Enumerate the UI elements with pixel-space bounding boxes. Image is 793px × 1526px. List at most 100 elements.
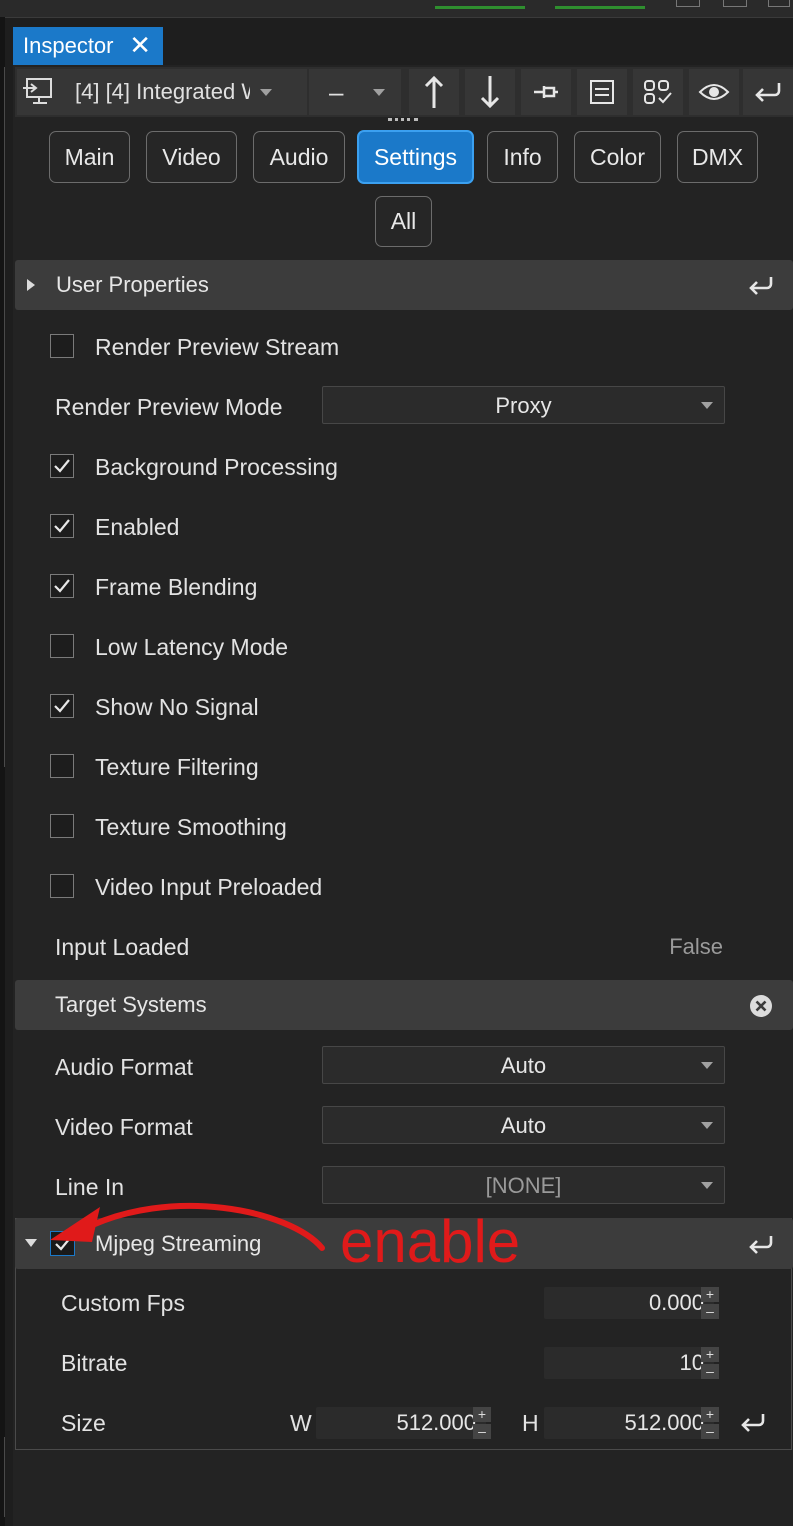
chevron-down-icon bbox=[701, 402, 713, 409]
increment-icon[interactable]: + bbox=[701, 1287, 719, 1302]
collapse-button[interactable] bbox=[577, 69, 627, 115]
setting-row: Background Processing bbox=[15, 437, 793, 497]
setting-label: Render Preview Mode bbox=[55, 393, 283, 420]
increment-icon[interactable]: + bbox=[701, 1407, 719, 1422]
tab-info[interactable]: Info bbox=[487, 131, 558, 183]
setting-row: Video Input Preloaded bbox=[15, 857, 793, 917]
setting-row: Low Latency Mode bbox=[15, 617, 793, 677]
show-no-signal-checkbox[interactable] bbox=[50, 694, 74, 718]
eye-icon bbox=[698, 84, 730, 100]
setting-label: Bitrate bbox=[61, 1349, 128, 1376]
increment-icon[interactable]: + bbox=[701, 1347, 719, 1362]
setting-row: Custom Fps 0.000 + – bbox=[15, 1273, 793, 1333]
inspector-toolbar: [4] [4] Integrated W – bbox=[15, 67, 793, 117]
bitrate-stepper[interactable]: + – bbox=[701, 1347, 719, 1379]
window-top-strip bbox=[0, 0, 793, 18]
section-target-systems[interactable]: Target Systems bbox=[15, 980, 793, 1030]
size-width-input[interactable]: 512.000 bbox=[316, 1407, 486, 1439]
decrement-icon[interactable]: – bbox=[701, 1364, 719, 1379]
minimize-icon[interactable] bbox=[676, 0, 700, 7]
section-user-properties[interactable]: User Properties bbox=[15, 260, 793, 310]
return-icon[interactable] bbox=[739, 1411, 767, 1433]
collapse-panel-icon bbox=[590, 80, 614, 104]
pin-button[interactable] bbox=[521, 69, 571, 115]
move-up-button[interactable] bbox=[409, 69, 459, 115]
move-down-button[interactable] bbox=[465, 69, 515, 115]
texture-filtering-checkbox[interactable] bbox=[50, 754, 74, 778]
setting-label: Frame Blending bbox=[95, 573, 258, 600]
setting-label: Line In bbox=[55, 1173, 125, 1200]
video-format-dropdown[interactable]: Auto bbox=[322, 1106, 725, 1144]
render-preview-mode-dropdown[interactable]: Proxy bbox=[322, 386, 725, 424]
close-icon[interactable]: ✕ bbox=[129, 30, 151, 60]
size-height-input[interactable]: 512.000 bbox=[544, 1407, 714, 1439]
setting-row: Render Preview Stream bbox=[15, 317, 793, 377]
line-in-dropdown[interactable]: [NONE] bbox=[322, 1166, 725, 1204]
low-latency-mode-checkbox[interactable] bbox=[50, 634, 74, 658]
chevron-down-icon bbox=[701, 1182, 713, 1189]
return-icon[interactable] bbox=[747, 1233, 775, 1255]
tab-video[interactable]: Video bbox=[146, 131, 237, 183]
close-window-icon[interactable] bbox=[768, 0, 790, 7]
setting-label: Custom Fps bbox=[61, 1289, 185, 1316]
size-width-stepper[interactable]: + – bbox=[473, 1407, 491, 1439]
custom-fps-input[interactable]: 0.000 bbox=[544, 1287, 714, 1319]
setting-label: Texture Smoothing bbox=[95, 813, 287, 840]
tab-settings[interactable]: Settings bbox=[357, 130, 474, 184]
custom-fps-stepper[interactable]: + – bbox=[701, 1287, 719, 1319]
dropdown-value: Auto bbox=[500, 1113, 547, 1138]
setting-row: Size W 512.000 + – H 512.000 + – bbox=[15, 1393, 793, 1453]
mjpeg-streaming-checkbox[interactable] bbox=[50, 1231, 75, 1256]
frame-blending-checkbox[interactable] bbox=[50, 574, 74, 598]
decrement-icon[interactable]: – bbox=[701, 1424, 719, 1439]
clear-icon[interactable] bbox=[749, 994, 773, 1018]
setting-row: Enabled bbox=[15, 497, 793, 557]
tab-audio[interactable]: Audio bbox=[253, 131, 345, 183]
chevron-down-icon bbox=[25, 1239, 37, 1247]
tab-all[interactable]: All bbox=[375, 196, 432, 247]
setting-label: Background Processing bbox=[95, 453, 338, 480]
audio-format-dropdown[interactable]: Auto bbox=[322, 1046, 725, 1084]
decrement-icon[interactable]: – bbox=[701, 1304, 719, 1319]
section-title: Mjpeg Streaming bbox=[95, 1231, 262, 1256]
background-processing-checkbox[interactable] bbox=[50, 454, 74, 478]
tab-dmx[interactable]: DMX bbox=[677, 131, 758, 183]
secondary-selector[interactable]: – bbox=[309, 69, 401, 115]
item-selector[interactable]: [4] [4] Integrated W bbox=[17, 69, 307, 115]
setting-label: Render Preview Stream bbox=[95, 333, 340, 360]
filter-button[interactable] bbox=[633, 69, 683, 115]
tab-color[interactable]: Color bbox=[574, 131, 661, 183]
increment-icon[interactable]: + bbox=[473, 1407, 491, 1422]
arrow-down-icon bbox=[480, 76, 500, 109]
setting-row: Render Preview Mode Proxy bbox=[15, 377, 793, 437]
resize-grip[interactable] bbox=[388, 118, 418, 125]
enabled-checkbox[interactable] bbox=[50, 514, 74, 538]
setting-row: Input Loaded False bbox=[15, 917, 793, 977]
return-icon bbox=[755, 83, 781, 102]
render-preview-stream-checkbox[interactable] bbox=[50, 334, 74, 358]
section-title: Target Systems bbox=[55, 992, 207, 1017]
dropdown-value: Proxy bbox=[495, 393, 552, 418]
maximize-icon[interactable] bbox=[723, 0, 747, 7]
height-label: H bbox=[522, 1409, 539, 1436]
section-title: User Properties bbox=[56, 272, 209, 297]
setting-label: Video Input Preloaded bbox=[95, 873, 323, 900]
checkmark-icon bbox=[54, 579, 70, 593]
arrow-up-icon bbox=[424, 75, 444, 108]
size-height-stepper[interactable]: + – bbox=[701, 1407, 719, 1439]
setting-row: Texture Smoothing bbox=[15, 797, 793, 857]
tab-main[interactable]: Main bbox=[49, 131, 130, 183]
reset-button[interactable] bbox=[743, 69, 793, 115]
dropdown-value: Auto bbox=[500, 1053, 547, 1078]
secondary-selector-label: – bbox=[329, 76, 344, 107]
decrement-icon[interactable]: – bbox=[473, 1424, 491, 1439]
return-icon[interactable] bbox=[747, 274, 775, 296]
checkmark-icon bbox=[54, 699, 70, 713]
texture-smoothing-checkbox[interactable] bbox=[50, 814, 74, 838]
video-input-preloaded-checkbox[interactable] bbox=[50, 874, 74, 898]
visibility-button[interactable] bbox=[689, 69, 739, 115]
inspector-tab[interactable]: Inspector ✕ bbox=[13, 27, 163, 65]
checkmark-icon bbox=[54, 459, 70, 473]
setting-row: Video Format Auto bbox=[15, 1097, 793, 1157]
bitrate-input[interactable]: 10 bbox=[544, 1347, 714, 1379]
